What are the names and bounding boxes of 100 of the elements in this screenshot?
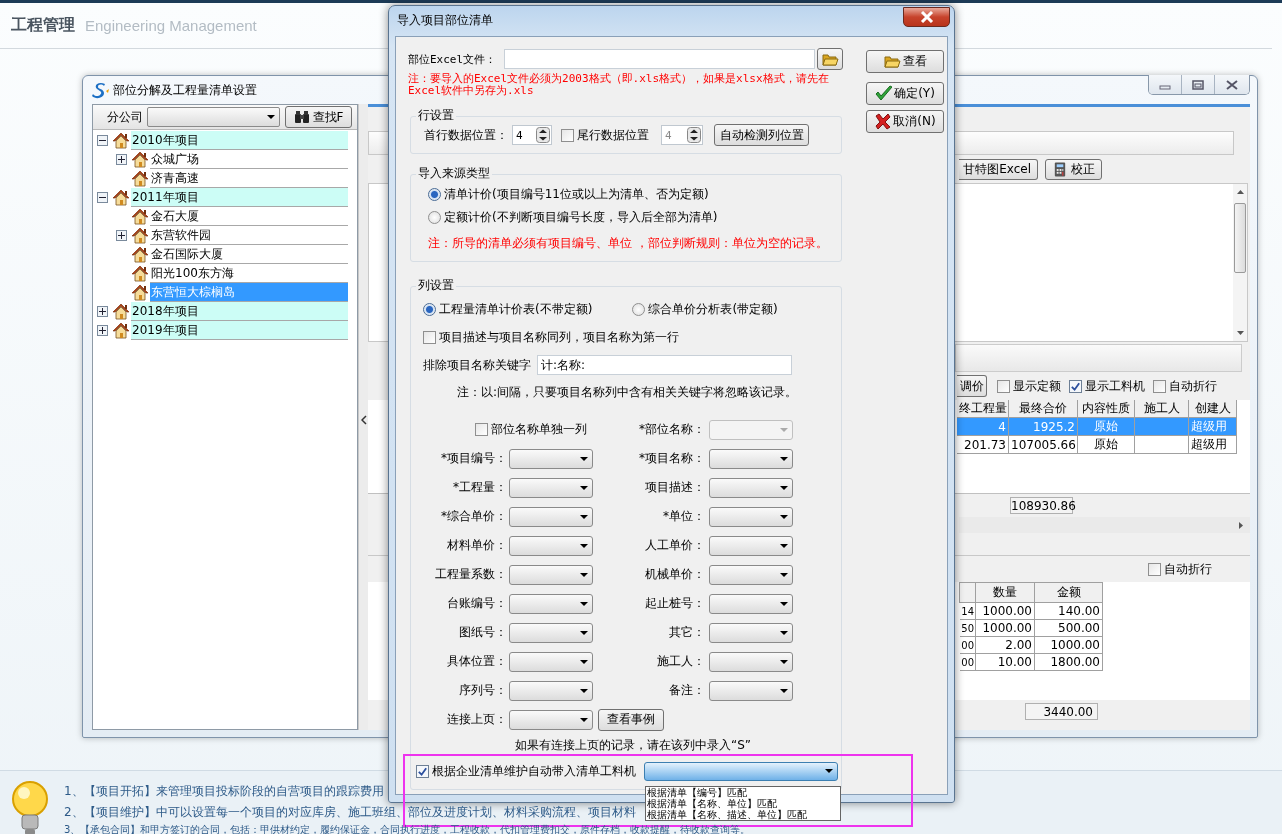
input-field[interactable] xyxy=(504,49,815,69)
dropdown[interactable] xyxy=(147,107,280,127)
dropdown[interactable] xyxy=(509,709,593,730)
dropdown[interactable] xyxy=(709,680,793,701)
checkbox[interactable] xyxy=(1069,379,1082,393)
dialog-button[interactable]: 确定(Y) xyxy=(866,82,944,105)
expand-toggle[interactable] xyxy=(97,135,108,146)
table-cell: 10.00 xyxy=(975,653,1035,671)
example-button[interactable]: 查看事例 xyxy=(598,708,664,731)
dropdown[interactable] xyxy=(509,622,593,643)
caret-icon xyxy=(579,454,589,463)
detect-button[interactable]: 自动检测列位置 xyxy=(714,124,809,146)
dropdown-option[interactable]: 根据清单【名称、单位】匹配 xyxy=(646,798,840,809)
dropdown[interactable] xyxy=(709,593,793,614)
field-label: 机械单价： xyxy=(644,566,705,583)
field-label: 排除项目名称关键字 xyxy=(423,356,531,374)
dropdown[interactable] xyxy=(509,593,593,614)
dropdown[interactable] xyxy=(509,506,593,527)
dropdown-option[interactable]: 根据清单【编号】匹配 xyxy=(646,787,840,798)
dropdown[interactable] xyxy=(509,448,593,469)
dropdown[interactable] xyxy=(709,564,793,585)
radio-button[interactable] xyxy=(423,303,436,316)
dropdown-option[interactable]: 根据清单【名称、描述、单位】匹配 xyxy=(646,809,840,820)
tree-item[interactable]: 众城广场 xyxy=(150,150,348,169)
checkbox-label: 自动折行 xyxy=(1164,560,1212,578)
dialog-button[interactable]: 查看 xyxy=(866,50,944,73)
tree-item[interactable]: 2018年项目 xyxy=(131,302,348,321)
dropdown[interactable] xyxy=(709,622,793,643)
radio-label: 综合单价分析表(带定额) xyxy=(648,301,778,318)
tree-item[interactable]: 2011年项目 xyxy=(131,188,348,207)
find-button[interactable]: 查找F xyxy=(285,106,352,128)
radio-button[interactable] xyxy=(428,211,441,224)
dropdown[interactable] xyxy=(709,477,793,498)
column-header: 施工人 xyxy=(1134,400,1189,418)
browse-button[interactable] xyxy=(817,48,843,70)
tree-item[interactable]: 金石大厦 xyxy=(150,207,348,226)
checkbox[interactable] xyxy=(423,331,436,344)
expand-toggle[interactable] xyxy=(116,154,127,165)
scrollbar[interactable] xyxy=(1233,184,1247,341)
table-cell: 00 xyxy=(959,636,976,654)
arrow-down-icon xyxy=(1235,330,1245,336)
tree-item[interactable]: 2010年项目 xyxy=(131,131,348,150)
dropdown[interactable] xyxy=(709,506,793,527)
expand-toggle[interactable] xyxy=(97,306,108,317)
table-cell: 原始 xyxy=(1077,435,1135,454)
dropdown[interactable] xyxy=(509,564,593,585)
input-field[interactable]: 计:名称: xyxy=(537,355,792,375)
checkbox[interactable] xyxy=(997,379,1010,393)
tree-item[interactable]: 东营软件园 xyxy=(150,226,348,245)
house-icon xyxy=(112,132,130,149)
checkbox[interactable] xyxy=(1153,379,1166,393)
field-label: 分公司 xyxy=(107,108,144,126)
checkbox[interactable] xyxy=(416,764,429,778)
spin-field[interactable]: 4 xyxy=(512,125,552,145)
caret-icon xyxy=(579,483,589,492)
logo-icon xyxy=(91,81,109,99)
expand-toggle[interactable] xyxy=(116,230,127,241)
dropdown[interactable] xyxy=(509,477,593,498)
minimize-button[interactable] xyxy=(1149,75,1181,94)
toolbar-button[interactable]: 校正 xyxy=(1045,158,1102,180)
table-row[interactable]: 201.73 107005.66 原始 超级用 xyxy=(957,435,1237,454)
dropdown[interactable] xyxy=(709,448,793,469)
checkbox-label: 项目描述与项目名称同列，项目名称为第一行 xyxy=(439,329,679,346)
radio-button[interactable] xyxy=(428,188,441,201)
field-label: *部位名称： xyxy=(638,421,705,438)
maximize-icon xyxy=(1192,79,1204,90)
dropdown[interactable] xyxy=(509,535,593,556)
checkbox[interactable] xyxy=(1148,562,1161,576)
dialog-button[interactable]: 取消(N) xyxy=(866,110,944,133)
dropdown[interactable] xyxy=(509,680,593,701)
tree-item[interactable]: 2019年项目 xyxy=(131,321,348,340)
toolbar-button[interactable]: 甘特图Excel xyxy=(959,158,1038,180)
close-button[interactable] xyxy=(1214,75,1249,94)
dropdown[interactable] xyxy=(709,535,793,556)
expand-toggle[interactable] xyxy=(97,325,108,336)
field-label: 材料单价： xyxy=(446,537,507,554)
house-icon xyxy=(131,227,149,244)
close-button[interactable] xyxy=(903,7,950,27)
field-label: *综合单价： xyxy=(440,508,507,525)
maximize-button[interactable] xyxy=(1181,75,1214,94)
column-header: 终工程量 xyxy=(957,400,1009,418)
radio-button[interactable] xyxy=(632,303,646,316)
spin-field[interactable]: 4 xyxy=(661,125,703,145)
checkbox[interactable] xyxy=(561,128,574,142)
dropdown[interactable] xyxy=(709,651,793,672)
expand-toggle[interactable] xyxy=(97,192,108,203)
dropdown[interactable] xyxy=(644,761,838,781)
caret-icon xyxy=(779,454,789,463)
warning-text: 注：要导入的Excel文件必须为2003格式（即.xls格式），如果是xlsx格式，请先在Excel软件中另存为.xls xyxy=(408,73,830,97)
scrollbar[interactable] xyxy=(959,517,1250,533)
caret-icon xyxy=(779,657,789,666)
tree-item[interactable]: 金石国际大厦 xyxy=(150,245,348,264)
dropdown[interactable] xyxy=(509,651,593,672)
caret-icon xyxy=(779,483,789,492)
adjust-button[interactable]: 调价 xyxy=(957,375,987,397)
checkbox[interactable] xyxy=(475,423,488,436)
tip-text: 2、【项目维护】中可以设置每一个项目的对应库房、施工班组、部位及进度计划、材料采购流程、项目材料 xyxy=(64,804,636,821)
app-subtitle: Engineering Management xyxy=(85,17,257,34)
field-label: 图纸号： xyxy=(458,624,507,641)
column-header: 金额 xyxy=(1034,582,1103,603)
